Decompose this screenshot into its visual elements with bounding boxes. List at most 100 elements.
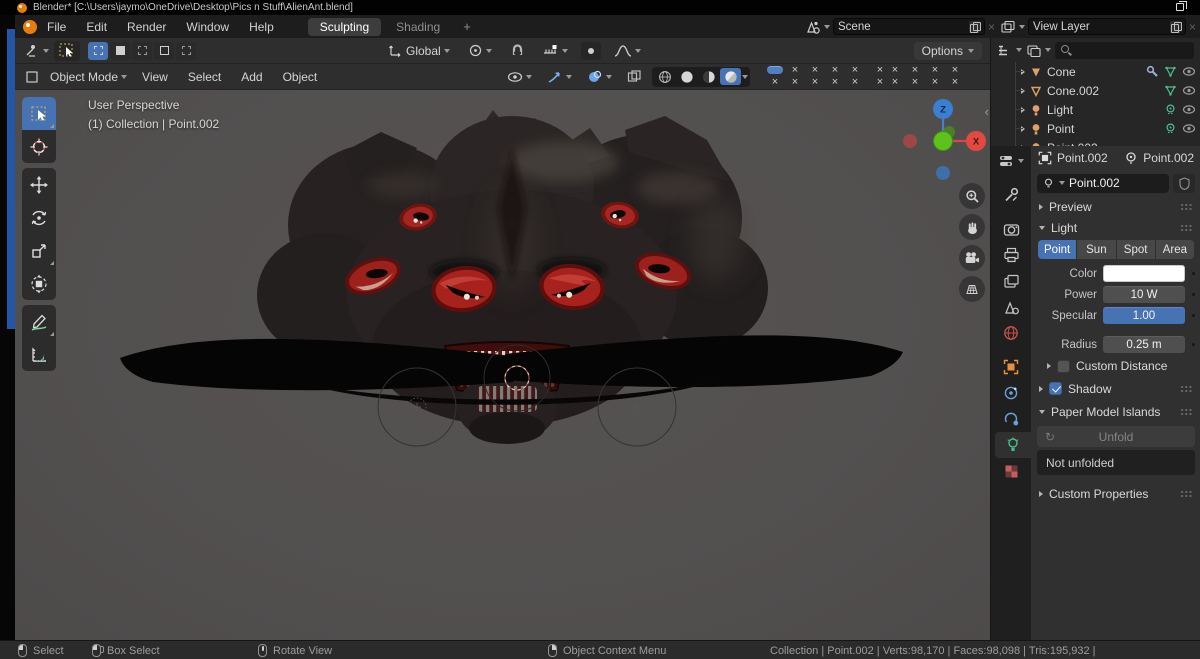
select-mode-intersect[interactable] xyxy=(176,41,196,60)
light-name-field[interactable]: Point.002 xyxy=(1037,173,1169,193)
panel-paper-model[interactable]: Paper Model Islands xyxy=(1031,400,1200,423)
animate-dot-icon[interactable] xyxy=(1192,314,1195,317)
xray-toggle[interactable] xyxy=(622,70,647,83)
copy-scene-icon[interactable] xyxy=(968,20,981,33)
outliner-row-cone002[interactable]: Cone.002 xyxy=(991,81,1200,100)
outliner-row-cone[interactable]: Cone xyxy=(991,62,1200,81)
tab-texture[interactable] xyxy=(991,458,1031,484)
object-visibility-dropdown[interactable] xyxy=(502,71,537,83)
shading-solid-button[interactable] xyxy=(676,68,697,85)
tool-move[interactable] xyxy=(22,168,56,201)
workspace-tab-sculpting[interactable]: Sculpting xyxy=(307,17,382,36)
transform-orientation-dropdown[interactable]: Global xyxy=(383,43,455,58)
grip-icon[interactable] xyxy=(1180,490,1193,497)
tab-output[interactable] xyxy=(991,242,1031,268)
expand-icon[interactable] xyxy=(1021,125,1025,132)
restore-window-icon[interactable] xyxy=(1176,1,1187,11)
select-mode-subtract[interactable] xyxy=(132,41,152,60)
mode-dropdown[interactable]: Object Mode xyxy=(45,70,132,84)
grip-icon[interactable] xyxy=(1180,224,1193,231)
properties-editor-type-button[interactable] xyxy=(991,148,1031,174)
scene-selector[interactable]: Scene × xyxy=(805,17,995,36)
tab-physics[interactable] xyxy=(991,406,1031,432)
tool-cursor[interactable] xyxy=(22,130,56,163)
grip-icon[interactable] xyxy=(1180,408,1193,415)
outliner-display-icon[interactable] xyxy=(997,44,1012,57)
breadcrumb-data[interactable]: Point.002 xyxy=(1143,151,1194,165)
radius-field[interactable]: 0.25 m xyxy=(1103,336,1185,353)
expand-icon[interactable] xyxy=(1021,68,1025,75)
zoom-button[interactable] xyxy=(959,183,985,209)
menu-render[interactable]: Render xyxy=(117,20,176,34)
expand-icon[interactable] xyxy=(1021,106,1025,113)
custom-distance-checkbox[interactable] xyxy=(1057,359,1070,373)
tab-world[interactable] xyxy=(991,320,1031,346)
animate-dot-icon[interactable] xyxy=(1192,272,1195,275)
tool-select-box[interactable] xyxy=(22,97,56,130)
light-type-point[interactable]: Point xyxy=(1038,240,1077,259)
close-icon[interactable]: × xyxy=(988,21,995,33)
light-type-sun[interactable]: Sun xyxy=(1077,240,1116,259)
select-mode-invert[interactable] xyxy=(154,41,174,60)
shading-wireframe-button[interactable] xyxy=(654,68,675,85)
menu-add[interactable]: Add xyxy=(231,70,272,84)
tool-annotate[interactable] xyxy=(22,305,56,338)
shading-rendered-button[interactable] xyxy=(720,68,741,85)
breadcrumb-object[interactable]: Point.002 xyxy=(1057,151,1108,165)
outliner-row-point[interactable]: Point xyxy=(991,119,1200,138)
copy-view-layer-icon[interactable] xyxy=(1169,20,1182,33)
shading-material-button[interactable] xyxy=(698,68,719,85)
orthographic-toggle-button[interactable] xyxy=(959,276,985,302)
pan-button[interactable] xyxy=(959,214,985,240)
tool-scale[interactable] xyxy=(22,234,56,267)
menu-object[interactable]: Object xyxy=(273,70,328,84)
menu-window[interactable]: Window xyxy=(176,20,239,34)
select-mode-set[interactable] xyxy=(88,41,108,60)
navigation-gizmo[interactable]: Z X xyxy=(900,95,990,195)
add-workspace-button[interactable]: + xyxy=(455,19,479,34)
custom-distance-subpanel[interactable]: Custom Distance xyxy=(1031,355,1200,377)
specular-slider[interactable]: 1.00 xyxy=(1103,307,1185,324)
panel-light[interactable]: Light xyxy=(1031,217,1200,238)
hide-eye-icon[interactable] xyxy=(1182,104,1196,115)
camera-view-button[interactable] xyxy=(959,245,985,271)
tab-view-layer[interactable] xyxy=(991,268,1031,294)
tab-render[interactable] xyxy=(991,216,1031,242)
unfold-button[interactable]: ↻ Unfold xyxy=(1037,426,1195,447)
hide-eye-icon[interactable] xyxy=(1182,85,1196,96)
tab-object-data[interactable] xyxy=(995,432,1031,458)
tool-transform[interactable] xyxy=(22,267,56,300)
animate-dot-icon[interactable] xyxy=(1192,293,1195,296)
collapse-panel-icon[interactable]: ‹ xyxy=(985,104,989,119)
color-swatch[interactable] xyxy=(1103,265,1185,282)
animate-dot-icon[interactable] xyxy=(1192,343,1195,346)
close-icon[interactable]: × xyxy=(1189,21,1196,33)
tab-constraints[interactable] xyxy=(991,380,1031,406)
tool-rotate[interactable] xyxy=(22,201,56,234)
tool-measure[interactable] xyxy=(22,338,56,371)
active-tool-select-box[interactable] xyxy=(54,40,80,61)
light-type-area[interactable]: Area xyxy=(1155,240,1194,259)
blender-menu-icon[interactable] xyxy=(23,19,37,34)
tab-object[interactable] xyxy=(991,354,1031,380)
select-mode-extend[interactable] xyxy=(110,41,130,60)
fake-user-button[interactable] xyxy=(1173,173,1195,193)
overlays-dropdown[interactable] xyxy=(582,70,617,84)
outliner-search-input[interactable] xyxy=(1055,41,1194,59)
menu-view[interactable]: View xyxy=(132,70,178,84)
filter-icon[interactable] xyxy=(1026,44,1041,57)
hide-eye-icon[interactable] xyxy=(1182,66,1196,77)
menu-edit[interactable]: Edit xyxy=(76,20,117,34)
pivot-point-dropdown[interactable] xyxy=(463,43,497,58)
light-type-spot[interactable]: Spot xyxy=(1116,240,1155,259)
proportional-edit-toggle[interactable] xyxy=(580,41,601,60)
grip-icon[interactable] xyxy=(1180,385,1193,392)
tab-tool[interactable] xyxy=(991,182,1031,208)
options-button[interactable]: Options xyxy=(913,41,982,60)
snap-toggle[interactable] xyxy=(505,43,530,58)
tab-scene[interactable] xyxy=(991,294,1031,320)
menu-file[interactable]: File xyxy=(37,20,76,34)
panel-preview[interactable]: Preview xyxy=(1031,196,1200,217)
menu-help[interactable]: Help xyxy=(239,20,284,34)
outliner-row-light[interactable]: Light xyxy=(991,100,1200,119)
